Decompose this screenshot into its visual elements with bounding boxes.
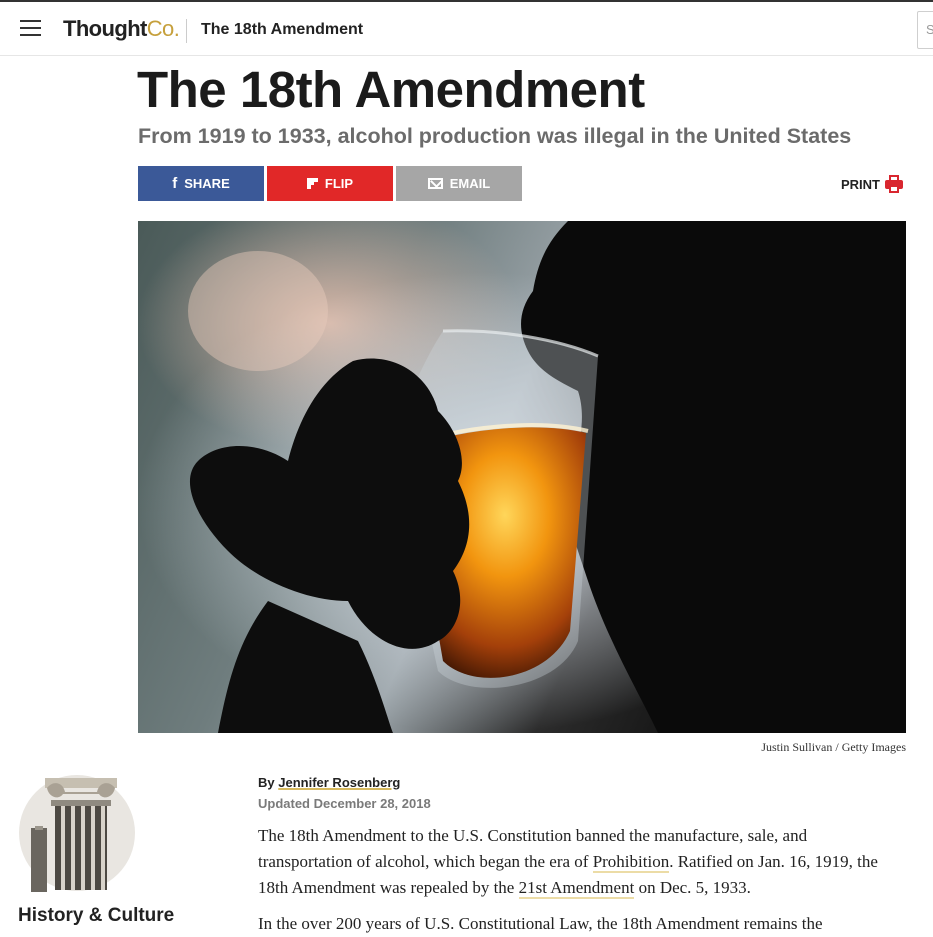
search-input[interactable]: S [917,11,933,49]
author-link[interactable]: Jennifer Rosenberg [278,775,400,790]
category-label[interactable]: History & Culture [18,905,174,927]
updated-date: Updated December 28, 2018 [258,796,431,811]
print-button[interactable]: PRINT [841,175,903,193]
facebook-share-button[interactable]: f SHARE [138,166,264,201]
body-paragraph: In the over 200 years of U.S. Constituti… [258,914,823,933]
print-label: PRINT [841,176,880,192]
column-icon[interactable] [17,770,137,892]
top-navigation-bar: ThoughtCo. The 18th Amendment S [0,0,933,56]
email-share-button[interactable]: EMAIL [396,166,522,201]
image-credit: Justin Sullivan / Getty Images [761,740,906,754]
email-label: EMAIL [449,176,491,191]
flipboard-icon [306,178,318,189]
flipboard-share-button[interactable]: FLIP [267,166,393,201]
body-paragraph: The 18th Amendment to the U.S. Constitut… [258,823,898,901]
21st-amendment-link[interactable]: 21st Amendment [518,878,635,899]
page-subtitle: From 1919 to 1933, alcohol production wa… [138,124,852,148]
byline: By Jennifer Rosenberg [258,775,400,790]
byline-prefix: By [258,775,275,790]
logo-text: Thought [63,16,147,41]
logo-divider [186,19,187,43]
printer-icon [885,175,903,193]
nav-page-title: The 18th Amendment [201,21,364,38]
flip-label: FLIP [324,176,354,191]
page-title: The 18th Amendment [137,61,645,118]
share-label: SHARE [184,176,230,191]
prohibition-link[interactable]: Prohibition [592,852,670,873]
logo-accent-text: Co. [146,16,180,41]
site-logo[interactable]: ThoughtCo. [63,16,180,42]
mail-icon [427,178,443,189]
body-text: on Dec. 5, 1933. [634,878,751,897]
facebook-icon: f [172,175,178,192]
hero-image [138,221,906,733]
hamburger-icon[interactable] [20,20,41,37]
